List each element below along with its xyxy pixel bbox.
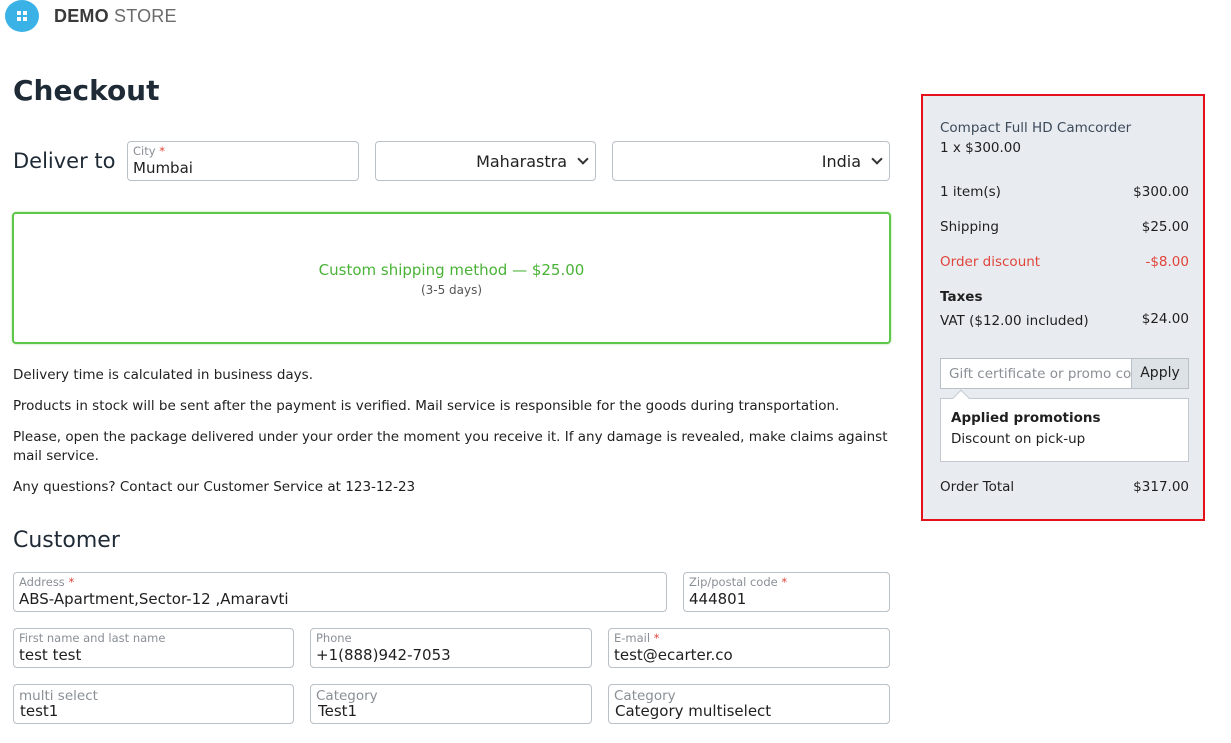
promotion-item: Discount on pick-up [951,431,1086,447]
address-label: Address [19,575,65,589]
page-title: Checkout [13,74,160,107]
email-field[interactable]: E-mail * test@ecarter.co [608,628,890,668]
phone-field[interactable]: Phone +1(888)942-7053 [310,628,592,668]
contact-info: Any questions? Contact our Customer Serv… [13,479,416,495]
zip-value: 444801 [689,590,747,608]
brand-bold: DEMO [54,6,109,26]
required-marker: * [159,144,165,158]
name-field[interactable]: First name and last name test test [13,628,294,668]
applied-promotions: Applied promotions Discount on pick-up [940,389,1189,462]
multi-select-field[interactable]: multi select test1 [13,684,294,724]
shipping-label: Shipping [940,219,999,235]
items-value: $300.00 [1133,184,1189,200]
promotions-title: Applied promotions [951,410,1101,426]
package-info: Please, open the package delivered under… [13,429,888,464]
callout-arrow [952,389,970,407]
chevron-down-icon [871,153,883,165]
phone-label: Phone [316,631,352,645]
product-name[interactable]: Compact Full HD Camcorder [940,120,1131,136]
email-value: test@ecarter.co [614,646,733,664]
address-value: ABS-Apartment,Sector-12 ,Amaravti [19,590,289,608]
deliver-to-label: Deliver to [13,149,116,173]
shipping-value: $25.00 [1141,219,1189,235]
city-value: Mumbai [133,159,193,177]
product-qty: 1 x $300.00 [940,140,1021,156]
customer-heading: Customer [13,528,120,553]
multi-select-value: test1 [20,702,59,720]
items-label: 1 item(s) [940,184,1001,200]
apply-button[interactable]: Apply [1131,358,1189,389]
zip-label: Zip/postal code [689,575,778,589]
zip-field[interactable]: Zip/postal code * 444801 [683,572,890,612]
city-field[interactable]: City * Mumbai [127,141,359,181]
email-label: E-mail [614,631,651,645]
taxes-label: Taxes [940,289,983,305]
category-multiselect-field[interactable]: Category Category multiselect [608,684,890,724]
delivery-info: Delivery time is calculated in business … [13,367,313,383]
state-select[interactable]: Maharastra [375,141,596,181]
required-marker: * [68,575,75,589]
discount-label: Order discount [940,254,1041,270]
address-field[interactable]: Address * ABS-Apartment,Sector-12 ,Amara… [13,572,667,612]
store-logo-icon[interactable] [5,0,39,32]
promo-code-input[interactable]: Gift certificate or promo code [940,358,1132,389]
shipping-method-option[interactable]: Custom shipping method — $25.00 (3-5 day… [12,212,891,344]
shipping-method-label: Custom shipping method — $25.00 [318,261,585,279]
total-label: Order Total [940,479,1015,495]
category-value: Test1 [318,702,358,720]
discount-value: -$8.00 [1145,254,1189,270]
total-value: $317.00 [1133,479,1189,495]
order-summary: Compact Full HD Camcorder 1 x $300.00 1 … [921,94,1205,521]
chevron-down-icon [577,153,589,165]
payment-info: Products in stock will be sent after the… [13,398,840,414]
store-brand[interactable]: DEMO STORE [54,6,177,27]
country-select[interactable]: India [612,141,890,181]
category-multiselect-value: Category multiselect [615,702,772,720]
category-field[interactable]: Category Test1 [310,684,592,724]
phone-value: +1(888)942-7053 [316,646,451,664]
state-value: Maharastra [476,151,567,171]
required-marker: * [653,631,660,645]
brand-light: STORE [114,6,177,26]
shipping-days: (3-5 days) [420,283,483,297]
country-value: India [821,151,861,171]
name-value: test test [19,646,82,664]
name-label: First name and last name [19,631,166,645]
vat-label: VAT ($12.00 included) [940,313,1089,329]
vat-value: $24.00 [1141,311,1189,327]
city-label: City [133,144,156,158]
required-marker: * [781,575,788,589]
